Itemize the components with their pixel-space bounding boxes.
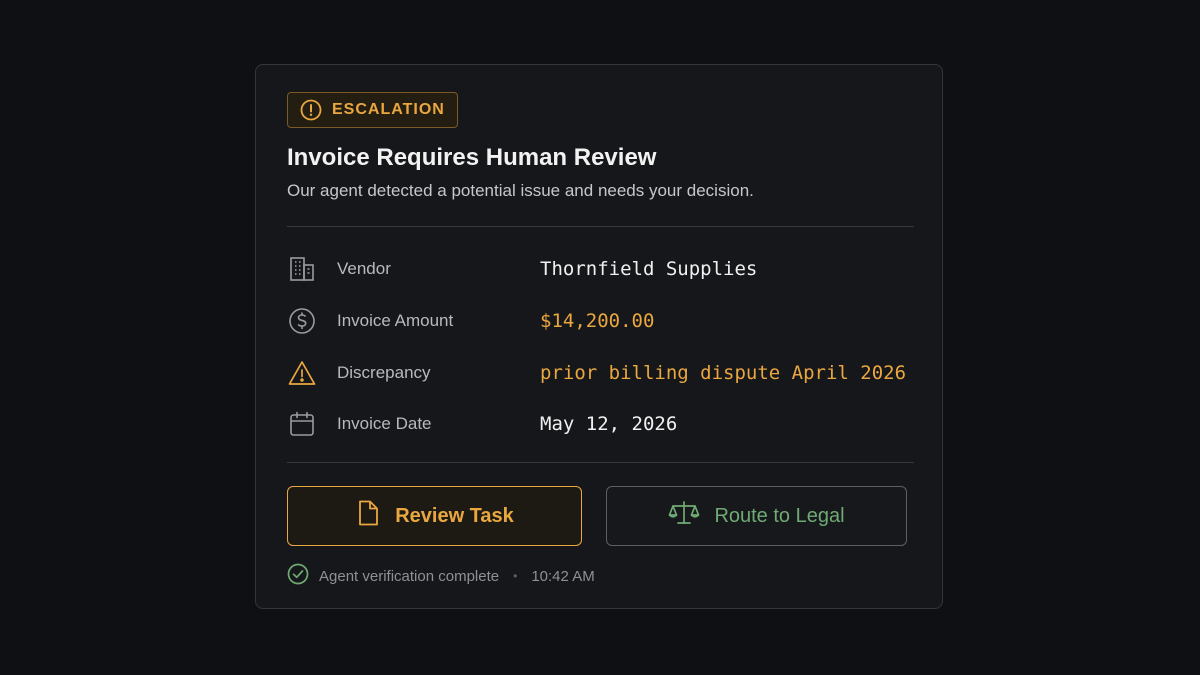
detail-row-amount: Invoice Amount $14,200.00 [287,306,914,336]
check-circle-icon [287,563,309,589]
status-footer: Agent verification complete • 10:42 AM [287,563,595,589]
escalation-card: ESCALATION Invoice Requires Human Review… [255,64,943,609]
date-value: May 12, 2026 [540,413,678,435]
divider-bottom [287,462,914,463]
document-icon [355,499,381,533]
detail-row-vendor: Vendor Thornfield Supplies [287,254,914,284]
detail-row-discrepancy: Discrepancy prior billing dispute April … [287,358,914,388]
badge-label: ESCALATION [332,101,445,118]
page-title: Invoice Requires Human Review [287,144,657,171]
detail-row-date: Invoice Date May 12, 2026 [287,409,914,439]
scales-icon [668,499,700,533]
review-task-button[interactable]: Review Task [287,486,582,546]
divider-top [287,226,914,227]
detail-label: Vendor [337,259,391,278]
warning-triangle-icon [287,358,317,388]
building-icon [287,254,317,284]
detail-label: Invoice Date [337,414,432,433]
alert-circle-icon [300,99,322,121]
detail-label: Invoice Amount [337,311,454,330]
review-task-label: Review Task [395,504,514,527]
route-to-legal-button[interactable]: Route to Legal [606,486,907,546]
route-to-legal-label: Route to Legal [714,504,845,527]
escalation-badge: ESCALATION [287,92,458,128]
vendor-value: Thornfield Supplies [540,258,758,280]
page-subtitle: Our agent detected a potential issue and… [287,181,754,200]
calendar-icon [287,409,317,439]
status-text: Agent verification complete [319,567,500,585]
separator-dot: • [513,569,518,583]
discrepancy-value: prior billing dispute April 2026 [540,362,907,384]
dollar-circle-icon [287,306,317,336]
status-time: 10:42 AM [531,567,595,585]
amount-value: $14,200.00 [540,310,655,332]
detail-label: Discrepancy [337,363,431,382]
